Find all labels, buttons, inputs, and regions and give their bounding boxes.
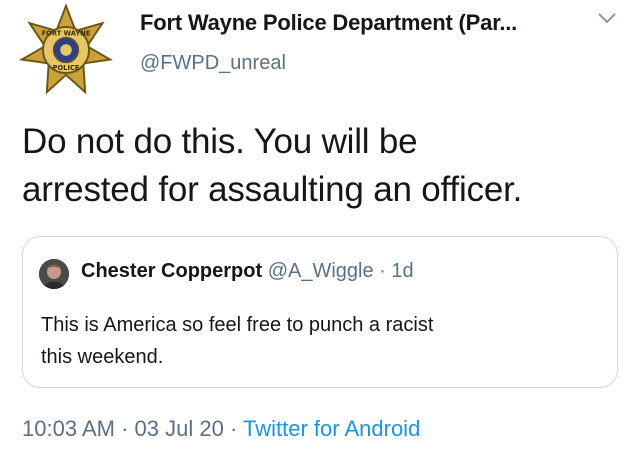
tweet-time[interactable]: 10:03 AM xyxy=(22,416,115,441)
quoted-tweet[interactable]: Chester Copperpot @A_Wiggle · 1d This is… xyxy=(22,236,618,388)
tweet-text: Do not do this. You will be arrested for… xyxy=(22,118,622,214)
tweet-text-line: Do not do this. You will be xyxy=(22,122,418,161)
avatar-icon[interactable] xyxy=(39,259,69,289)
quoted-text-line: This is America so feel free to punch a … xyxy=(41,314,434,336)
badge-text-top: FORT WAYNE xyxy=(42,30,91,38)
author-handle[interactable]: @FWPD_unreal xyxy=(140,52,286,75)
quoted-text: This is America so feel free to punch a … xyxy=(41,309,601,373)
separator-dot: · xyxy=(379,260,386,282)
tweet-date[interactable]: 03 Jul 20 xyxy=(135,416,224,441)
quoted-timestamp[interactable]: 1d xyxy=(391,260,413,282)
quoted-text-line: this weekend. xyxy=(41,346,164,368)
tweet-meta: 10:03 AM · 03 Jul 20 · Twitter for Andro… xyxy=(22,416,420,442)
tweet-text-line: arrested for assaulting an officer. xyxy=(22,170,523,209)
quoted-author-name[interactable]: Chester Copperpot xyxy=(81,260,262,282)
separator-dot: · xyxy=(229,416,238,441)
quoted-author-handle[interactable]: @A_Wiggle xyxy=(268,260,374,282)
separator-dot: · xyxy=(121,416,129,441)
author-display-name[interactable]: Fort Wayne Police Department (Par... xyxy=(140,10,517,36)
chevron-down-icon[interactable] xyxy=(596,10,618,26)
badge-text-bottom: POLICE xyxy=(53,64,80,72)
police-badge-icon[interactable]: FORT WAYNE POLICE xyxy=(18,2,114,98)
tweet: FORT WAYNE POLICE Fort Wayne Police Depa… xyxy=(0,0,640,463)
tweet-source-link[interactable]: Twitter for Android xyxy=(243,416,420,441)
quoted-header: Chester Copperpot @A_Wiggle · 1d xyxy=(81,260,414,283)
